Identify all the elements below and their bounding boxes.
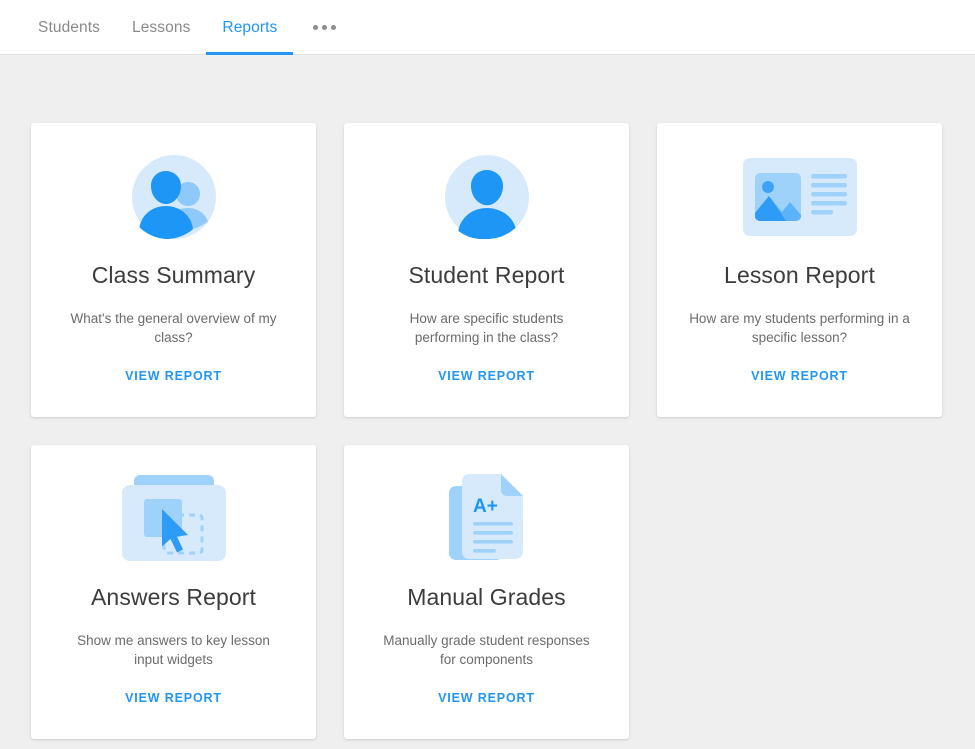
view-report-link[interactable]: VIEW REPORT [125,369,222,383]
svg-text:A+: A+ [473,496,498,517]
single-person-avatar-icon [444,149,529,245]
report-card-manual-grades[interactable]: A+ Manual Grades Manually grade student … [344,445,629,739]
card-title: Manual Grades [407,584,566,610]
top-nav-bar: Students Lessons Reports [0,0,975,55]
tab-students-label: Students [38,18,100,36]
report-card-class-summary[interactable]: Class Summary What's the general overvie… [31,123,316,417]
reports-card-grid: Class Summary What's the general overvie… [31,123,944,739]
card-description: Manually grade student responses for com… [383,633,590,667]
nav-tabs: Students Lessons Reports [22,0,350,55]
report-card-lesson-report[interactable]: Lesson Report How are my students perfor… [657,123,942,417]
card-title: Student Report [408,262,565,288]
more-options-icon[interactable] [299,0,350,55]
card-title: Lesson Report [724,262,875,288]
report-card-student-report[interactable]: Student Report How are specific students… [344,123,629,417]
dot-3 [331,25,337,30]
view-report-link[interactable]: VIEW REPORT [438,691,535,705]
card-description: How are my students performing in a spec… [689,311,910,345]
tab-lessons[interactable]: Lessons [116,0,206,55]
drag-drop-widget-icon [120,471,228,567]
tab-reports-label: Reports [222,18,278,36]
dot-1 [313,25,319,30]
card-title: Answers Report [90,584,257,610]
tab-reports[interactable]: Reports [206,0,294,55]
card-title: Class Summary [91,262,256,288]
card-description: Show me answers to key lesson input widg… [77,633,270,667]
view-report-link[interactable]: VIEW REPORT [751,369,848,383]
card-description: What's the general overview of my class? [70,311,277,345]
view-report-link[interactable]: VIEW REPORT [438,369,535,383]
card-description: How are specific students performing in … [409,311,564,345]
dot-2 [322,25,328,30]
graded-document-icon: A+ [447,471,527,567]
lesson-article-icon [742,149,857,245]
tab-lessons-label: Lessons [131,18,191,36]
tab-students[interactable]: Students [22,0,116,55]
view-report-link[interactable]: VIEW REPORT [125,691,222,705]
report-card-answers-report[interactable]: Answers Report Show me answers to key le… [31,445,316,739]
two-people-avatar-icon [131,149,216,245]
